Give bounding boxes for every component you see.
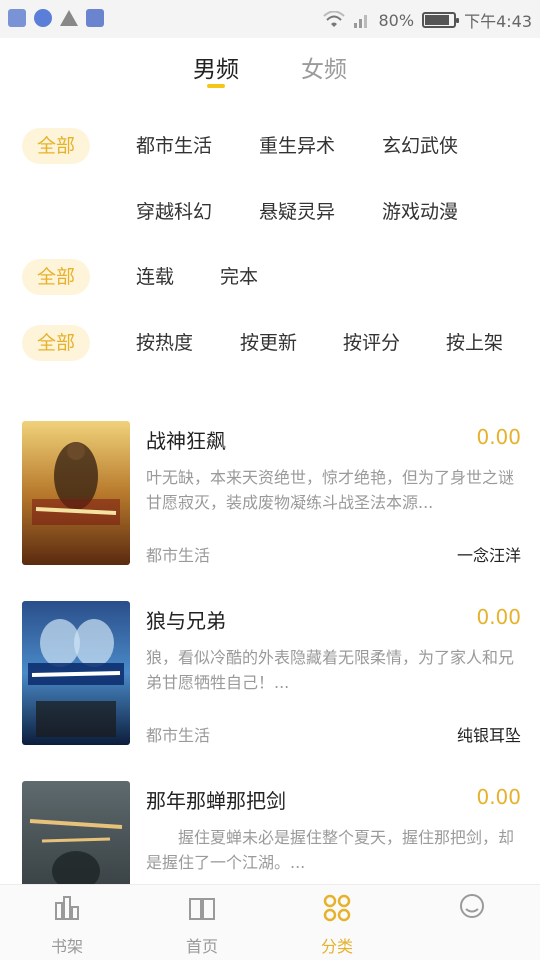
warning-icon	[60, 10, 78, 26]
tab-male[interactable]: 男频	[171, 50, 261, 84]
book-category: 都市生活	[146, 726, 211, 745]
bookshelf-icon	[55, 896, 79, 920]
genre-chip[interactable]: 悬疑灵异	[259, 194, 335, 230]
book-description: 狼，看似冷酷的外表隐藏着无限柔情，为了家人和兄弟甘愿牺牲自己！...	[146, 648, 515, 692]
active-tab-indicator	[207, 84, 225, 88]
sort-chip[interactable]: 按更新	[240, 325, 297, 361]
book-price: 0.00	[476, 425, 521, 449]
genre-chip[interactable]: 都市生活	[136, 128, 212, 164]
book-description: 叶无缺，本来天资绝世，惊才绝艳，但为了身世之谜甘愿寂灭，装成废物凝练斗战圣法本源…	[146, 468, 515, 512]
genre-chip[interactable]: 玄幻武侠	[382, 128, 458, 164]
nav-category[interactable]: 分类	[287, 893, 387, 957]
status-all-chip[interactable]: 全部	[22, 259, 90, 295]
nav-label: 首页	[185, 937, 218, 956]
genre-all-chip[interactable]: 全部	[22, 128, 90, 164]
sort-chip[interactable]: 按热度	[136, 325, 193, 361]
battery-percent: 80%	[378, 10, 415, 30]
nav-label: 书架	[50, 937, 83, 956]
signal-icon	[353, 15, 367, 28]
battery-icon	[422, 12, 460, 28]
sort-all-chip[interactable]: 全部	[22, 325, 90, 361]
app-notification-icon	[34, 9, 52, 27]
book-cover-image	[22, 601, 130, 745]
book-author: 一念汪洋	[456, 546, 521, 565]
notification-icons	[8, 9, 104, 27]
book-cover[interactable]	[22, 601, 130, 745]
shield-icon	[8, 9, 26, 27]
nav-profile[interactable]	[422, 893, 522, 933]
book-title[interactable]: 狼与兄弟	[146, 605, 226, 634]
document-icon	[86, 9, 104, 27]
nav-label: 分类	[320, 937, 353, 956]
clock: 下午4:43	[464, 12, 532, 31]
genre-filter-row-2: 穿越科幻 悬疑灵异 游戏动漫	[0, 194, 540, 234]
book-title[interactable]: 那年那蝉那把剑	[146, 785, 286, 814]
book-category: 都市生活	[146, 546, 211, 565]
sort-filter-row: 全部 按热度 按更新 按评分 按上架	[0, 325, 540, 365]
book-list-item[interactable]: 战神狂飙 0.00 叶无缺，本来天资绝世，惊才绝艳，但为了身世之谜甘愿寂灭，装成…	[0, 421, 540, 581]
status-chip[interactable]: 完本	[220, 259, 258, 295]
book-icon	[189, 898, 215, 920]
user-icon	[460, 894, 484, 918]
nav-bookshelf[interactable]: 书架	[17, 893, 117, 957]
status-filter-row: 全部 连载 完本	[0, 259, 540, 299]
system-indicators: 80% 下午4:43	[322, 8, 532, 32]
wifi-icon	[322, 11, 345, 27]
genre-chip[interactable]: 游戏动漫	[382, 194, 458, 230]
status-bar: 80% 下午4:43	[0, 0, 540, 38]
book-list-item[interactable]: 狼与兄弟 0.00 狼，看似冷酷的外表隐藏着无限柔情，为了家人和兄弟甘愿牺牲自己…	[0, 601, 540, 761]
book-author: 纯银耳坠	[456, 726, 521, 745]
gender-tabs: 男频 女频	[0, 38, 540, 100]
tab-female[interactable]: 女频	[279, 50, 369, 84]
genre-chip[interactable]: 穿越科幻	[136, 194, 212, 230]
status-chip[interactable]: 连载	[136, 259, 174, 295]
book-cover-image	[22, 421, 130, 565]
genre-filter-row: 全部 都市生活 重生异术 玄幻武侠	[0, 128, 540, 168]
book-price: 0.00	[476, 785, 521, 809]
book-cover[interactable]	[22, 421, 130, 565]
book-price: 0.00	[476, 605, 521, 629]
nav-home[interactable]: 首页	[152, 893, 252, 957]
book-title[interactable]: 战神狂飙	[146, 425, 226, 454]
sort-chip[interactable]: 按上架	[446, 325, 503, 361]
bottom-nav: 书架 首页 分类	[0, 884, 540, 960]
genre-chip[interactable]: 重生异术	[259, 128, 335, 164]
category-icon	[323, 894, 351, 922]
sort-chip[interactable]: 按评分	[343, 325, 400, 361]
book-description: 握住夏蝉未必是握住整个夏天，握住那把剑，却是握住了一个江湖。...	[146, 828, 515, 872]
